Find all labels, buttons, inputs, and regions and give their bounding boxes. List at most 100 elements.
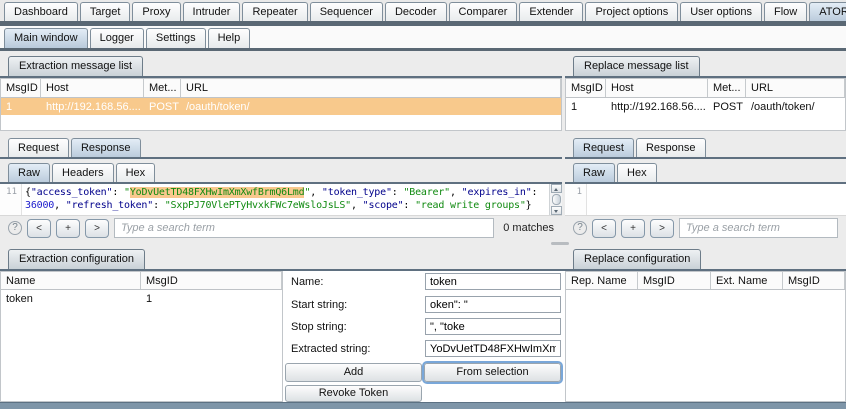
- tab-decoder[interactable]: Decoder: [385, 2, 447, 22]
- tab-help[interactable]: Help: [208, 28, 251, 48]
- tab-hex[interactable]: Hex: [116, 163, 156, 183]
- tab-replace-message-list[interactable]: Replace message list: [573, 56, 700, 76]
- search-add-button[interactable]: +: [56, 219, 80, 238]
- code-segment: :: [403, 200, 415, 211]
- column-header[interactable]: Met...: [144, 79, 181, 97]
- tab-extraction-configuration[interactable]: Extraction configuration: [8, 249, 145, 269]
- column-header[interactable]: URL: [181, 79, 561, 97]
- help-icon[interactable]: ?: [8, 221, 22, 235]
- tab-ator-extender[interactable]: ATOR Extender: [809, 2, 846, 22]
- tab-request[interactable]: Request: [573, 138, 634, 158]
- tab-proxy[interactable]: Proxy: [132, 2, 180, 22]
- tab-intruder[interactable]: Intruder: [183, 2, 241, 22]
- sub-tab-bar: Main windowLoggerSettingsHelp: [0, 27, 250, 48]
- column-header[interactable]: MsgID: [783, 272, 845, 289]
- tab-comparer[interactable]: Comparer: [449, 2, 518, 22]
- table-cell: POST: [708, 98, 746, 115]
- extracted-string-field[interactable]: [425, 340, 561, 357]
- table-cell: token: [1, 290, 141, 306]
- revoke-token-button[interactable]: Revoke Token: [285, 385, 422, 402]
- tab-logger[interactable]: Logger: [90, 28, 144, 48]
- tab-extraction-message-list[interactable]: Extraction message list: [8, 56, 143, 76]
- code-segment: "scope": [363, 200, 404, 211]
- code-segment: ,: [351, 200, 363, 211]
- table-row[interactable]: 1http://192.168.56....POST/oauth/token/: [566, 98, 845, 115]
- left-viewer-underline: [0, 157, 562, 159]
- tab-raw[interactable]: Raw: [8, 163, 50, 183]
- table-cell: http://192.168.56....: [41, 98, 144, 115]
- code-segment: :: [532, 187, 538, 198]
- replace-message-table: MsgIDHostMet...URL1http://192.168.56....…: [565, 78, 846, 131]
- request-body[interactable]: [587, 184, 846, 215]
- response-body[interactable]: {"access_token": "YoDvUetTD48FXHwImXmXwf…: [22, 184, 549, 215]
- search-next-button[interactable]: >: [650, 219, 674, 238]
- table-row[interactable]: 1http://192.168.56....POST/oauth/token/: [1, 98, 561, 115]
- help-icon[interactable]: ?: [573, 221, 587, 235]
- tab-main-window[interactable]: Main window: [4, 28, 88, 48]
- column-header[interactable]: Host: [606, 79, 708, 97]
- column-header[interactable]: URL: [746, 79, 845, 97]
- tab-dashboard[interactable]: Dashboard: [4, 2, 78, 22]
- tab-project-options[interactable]: Project options: [585, 2, 678, 22]
- column-header[interactable]: Host: [41, 79, 144, 97]
- search-input[interactable]: [114, 218, 494, 238]
- table-cell: POST: [144, 98, 181, 115]
- column-header[interactable]: Rep. Name: [566, 272, 638, 289]
- splitter-handle[interactable]: [551, 242, 569, 245]
- tab-hex[interactable]: Hex: [617, 163, 657, 183]
- tab-extender[interactable]: Extender: [519, 2, 583, 22]
- table-header: NameMsgID: [1, 272, 282, 290]
- table-cell: http://192.168.56....: [606, 98, 708, 115]
- scroll-up-icon[interactable]: [551, 184, 562, 193]
- match-count-label: 0 matches: [499, 222, 554, 234]
- column-header[interactable]: MsgID: [638, 272, 711, 289]
- tab-sequencer[interactable]: Sequencer: [310, 2, 383, 22]
- extraction-message-table: MsgIDHostMet...URL1http://192.168.56....…: [0, 78, 562, 131]
- column-header[interactable]: Ext. Name: [711, 272, 783, 289]
- scroll-down-icon[interactable]: [551, 206, 562, 215]
- request-editor[interactable]: 1: [565, 184, 846, 216]
- search-add-button[interactable]: +: [621, 219, 645, 238]
- ator-extender-app: DashboardTargetProxyIntruderRepeaterSequ…: [0, 0, 846, 409]
- tab-flow[interactable]: Flow: [764, 2, 807, 22]
- name-field[interactable]: [425, 273, 561, 290]
- table-cell: 1: [141, 290, 282, 306]
- code-segment: ,: [310, 187, 322, 198]
- replace-config-table: Rep. NameMsgIDExt. NameMsgID: [565, 271, 846, 402]
- code-segment: "SxpPJ70VlePTyHvxkFWc7eWsloJsLS": [165, 200, 351, 211]
- from-selection-button[interactable]: From selection: [424, 363, 561, 382]
- search-prev-button[interactable]: <: [27, 219, 51, 238]
- add-button[interactable]: Add: [285, 363, 422, 382]
- tab-repeater[interactable]: Repeater: [242, 2, 307, 22]
- tab-replace-configuration[interactable]: Replace configuration: [573, 249, 701, 269]
- column-header[interactable]: MsgID: [1, 79, 41, 97]
- tab-raw[interactable]: Raw: [573, 163, 615, 183]
- scrollbar-thumb[interactable]: [552, 194, 561, 205]
- response-editor[interactable]: 11 {"access_token": "YoDvUetTD48FXHwImXm…: [0, 184, 562, 216]
- tab-headers[interactable]: Headers: [52, 163, 114, 183]
- search-input[interactable]: [679, 218, 838, 238]
- tab-settings[interactable]: Settings: [146, 28, 206, 48]
- stop-string-field[interactable]: [425, 318, 561, 335]
- start-string-field[interactable]: [425, 296, 561, 313]
- tab-response[interactable]: Response: [636, 138, 706, 158]
- tab-user-options[interactable]: User options: [680, 2, 762, 22]
- column-header[interactable]: MsgID: [566, 79, 606, 97]
- column-header[interactable]: Met...: [708, 79, 746, 97]
- column-header[interactable]: MsgID: [141, 272, 282, 289]
- table-row[interactable]: token1: [1, 290, 282, 306]
- code-segment: }: [526, 200, 532, 211]
- tab-response[interactable]: Response: [71, 138, 141, 158]
- search-prev-button[interactable]: <: [592, 219, 616, 238]
- tab-request[interactable]: Request: [8, 138, 69, 158]
- table-cell: 1: [1, 98, 41, 115]
- right-viewer-underline: [565, 157, 846, 159]
- search-next-button[interactable]: >: [85, 219, 109, 238]
- tab-target[interactable]: Target: [80, 2, 131, 22]
- right-viewer-subtab-bar: RawHex: [569, 162, 657, 183]
- code-segment: ": [124, 187, 130, 198]
- table-cell: 1: [566, 98, 606, 115]
- scrollbar[interactable]: [549, 184, 562, 215]
- extracted-string-label: Extracted string:: [291, 343, 370, 355]
- column-header[interactable]: Name: [1, 272, 141, 289]
